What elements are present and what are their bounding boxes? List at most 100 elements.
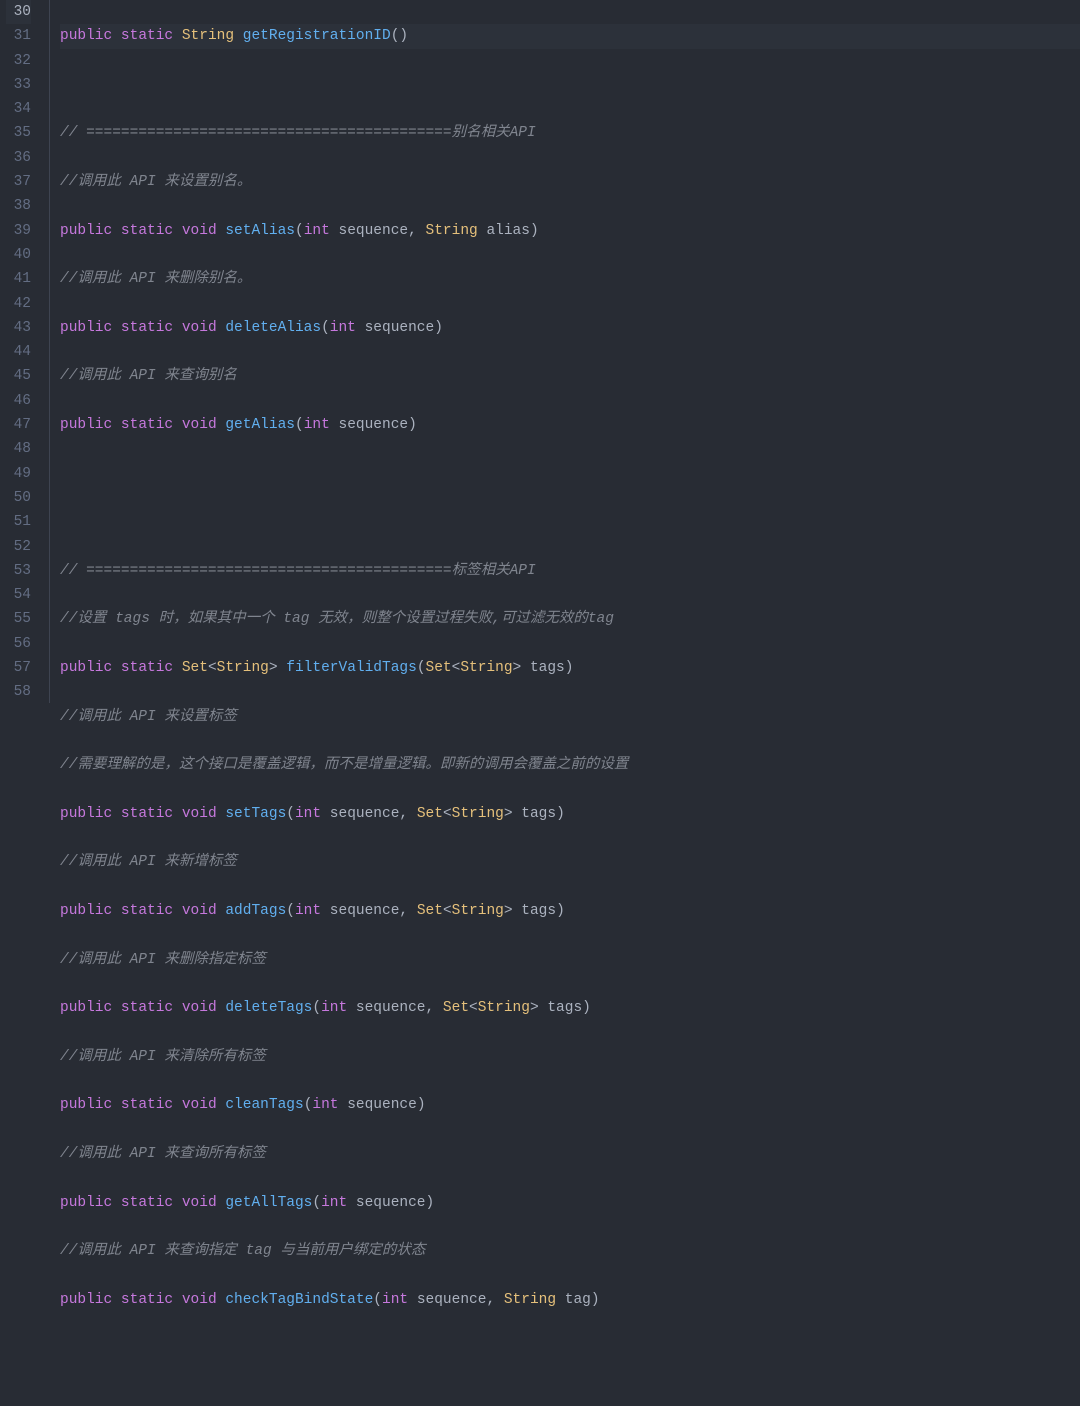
keyword-token: public <box>60 28 112 44</box>
code-line[interactable]: //调用此 API 来删除别名。 <box>60 267 1080 291</box>
code-line[interactable] <box>60 1336 1080 1360</box>
line-number[interactable]: 56 <box>6 632 31 656</box>
param-type: int <box>295 903 321 919</box>
code-line[interactable]: //调用此 API 来设置别名。 <box>60 170 1080 194</box>
comment: //调用此 API 来删除指定标签 <box>60 952 266 968</box>
code-line[interactable]: //调用此 API 来删除指定标签 <box>60 948 1080 972</box>
comment: // =====================================… <box>60 125 536 141</box>
type-token: Set <box>417 903 443 919</box>
keyword-token: static <box>121 1097 173 1113</box>
line-number[interactable]: 43 <box>6 316 31 340</box>
code-line[interactable]: public static void deleteTags(int sequen… <box>60 996 1080 1020</box>
code-line[interactable]: public static void checkTagBindState(int… <box>60 1288 1080 1312</box>
keyword-token: static <box>121 320 173 336</box>
line-number[interactable]: 57 <box>6 656 31 680</box>
comment: //设置 tags 时，如果其中一个 tag 无效，则整个设置过程失败,可过滤无… <box>60 611 614 627</box>
code-line[interactable]: //设置 tags 时，如果其中一个 tag 无效，则整个设置过程失败,可过滤无… <box>60 607 1080 631</box>
keyword-token: void <box>182 903 217 919</box>
param-name: tags <box>521 806 556 822</box>
line-number[interactable]: 53 <box>6 559 31 583</box>
param-name: tag <box>565 1292 591 1308</box>
code-area[interactable]: public static String getRegistrationID()… <box>50 0 1080 703</box>
method-name: setAlias <box>225 223 295 239</box>
line-number[interactable]: 33 <box>6 73 31 97</box>
keyword-token: static <box>121 806 173 822</box>
line-number[interactable]: 35 <box>6 121 31 145</box>
line-number[interactable]: 48 <box>6 437 31 461</box>
code-line[interactable]: public static void setAlias(int sequence… <box>60 219 1080 243</box>
code-line[interactable]: public static void getAlias(int sequence… <box>60 413 1080 437</box>
code-line[interactable]: //调用此 API 来清除所有标签 <box>60 1045 1080 1069</box>
keyword-token: public <box>60 806 112 822</box>
line-number[interactable]: 31 <box>6 24 31 48</box>
line-number[interactable]: 46 <box>6 389 31 413</box>
line-number[interactable]: 52 <box>6 535 31 559</box>
param-type: int <box>382 1292 408 1308</box>
code-line[interactable]: public static void addTags(int sequence,… <box>60 899 1080 923</box>
code-line[interactable]: // =====================================… <box>60 121 1080 145</box>
line-number[interactable]: 40 <box>6 243 31 267</box>
code-line[interactable]: public static void getAllTags(int sequen… <box>60 1191 1080 1215</box>
keyword-token: public <box>60 1292 112 1308</box>
code-line[interactable]: public static String getRegistrationID() <box>60 24 1080 48</box>
type-token: String <box>460 660 512 676</box>
code-line[interactable]: public static void cleanTags(int sequenc… <box>60 1093 1080 1117</box>
type-token: Set <box>417 806 443 822</box>
line-number[interactable]: 49 <box>6 462 31 486</box>
line-number[interactable]: 45 <box>6 364 31 388</box>
type-token: Set <box>426 660 452 676</box>
code-line[interactable] <box>60 462 1080 486</box>
keyword-token: void <box>182 417 217 433</box>
code-line[interactable]: //调用此 API 来查询所有标签 <box>60 1142 1080 1166</box>
code-line[interactable] <box>60 510 1080 534</box>
code-line[interactable]: //调用此 API 来查询指定 tag 与当前用户绑定的状态 <box>60 1239 1080 1263</box>
method-name: checkTagBindState <box>225 1292 373 1308</box>
method-name: getAlias <box>225 417 295 433</box>
line-number[interactable]: 30 <box>6 0 31 24</box>
comment: //调用此 API 来清除所有标签 <box>60 1049 266 1065</box>
line-number[interactable]: 42 <box>6 292 31 316</box>
line-number[interactable]: 50 <box>6 486 31 510</box>
line-number[interactable]: 39 <box>6 219 31 243</box>
keyword-token: void <box>182 1195 217 1211</box>
line-number[interactable]: 34 <box>6 97 31 121</box>
line-number[interactable]: 37 <box>6 170 31 194</box>
line-number[interactable]: 41 <box>6 267 31 291</box>
param-name: tags <box>547 1000 582 1016</box>
line-number[interactable]: 38 <box>6 194 31 218</box>
comment: //调用此 API 来查询指定 tag 与当前用户绑定的状态 <box>60 1243 425 1259</box>
type-token: String <box>426 223 478 239</box>
method-name: cleanTags <box>225 1097 303 1113</box>
type-token: String <box>217 660 269 676</box>
line-number[interactable]: 58 <box>6 680 31 704</box>
code-line[interactable]: public static void deleteAlias(int seque… <box>60 316 1080 340</box>
line-number[interactable]: 36 <box>6 146 31 170</box>
code-line[interactable]: // =====================================… <box>60 559 1080 583</box>
line-number[interactable]: 55 <box>6 607 31 631</box>
keyword-token: public <box>60 903 112 919</box>
param-name: alias <box>486 223 530 239</box>
param-name: tags <box>530 660 565 676</box>
line-number[interactable]: 51 <box>6 510 31 534</box>
code-line[interactable]: //调用此 API 来查询别名 <box>60 364 1080 388</box>
code-line[interactable] <box>60 73 1080 97</box>
code-line[interactable]: public static Set<String> filterValidTag… <box>60 656 1080 680</box>
code-line[interactable]: //调用此 API 来新增标签 <box>60 850 1080 874</box>
method-name: filterValidTags <box>286 660 417 676</box>
comment: // =====================================… <box>60 563 536 579</box>
method-name: deleteAlias <box>225 320 321 336</box>
keyword-token: static <box>121 660 173 676</box>
line-number[interactable]: 44 <box>6 340 31 364</box>
line-number[interactable]: 32 <box>6 49 31 73</box>
code-line[interactable]: public static void setTags(int sequence,… <box>60 802 1080 826</box>
method-name: setTags <box>225 806 286 822</box>
code-line[interactable]: //调用此 API 来设置标签 <box>60 705 1080 729</box>
line-number[interactable]: 54 <box>6 583 31 607</box>
code-line[interactable] <box>60 1385 1080 1406</box>
keyword-token: void <box>182 1097 217 1113</box>
punct: () <box>391 28 408 44</box>
line-number[interactable]: 47 <box>6 413 31 437</box>
param-type: int <box>304 417 330 433</box>
code-line[interactable]: //需要理解的是，这个接口是覆盖逻辑，而不是增量逻辑。即新的调用会覆盖之前的设置 <box>60 753 1080 777</box>
code-editor: 30 31 32 33 34 35 36 37 38 39 40 41 42 4… <box>0 0 1080 703</box>
